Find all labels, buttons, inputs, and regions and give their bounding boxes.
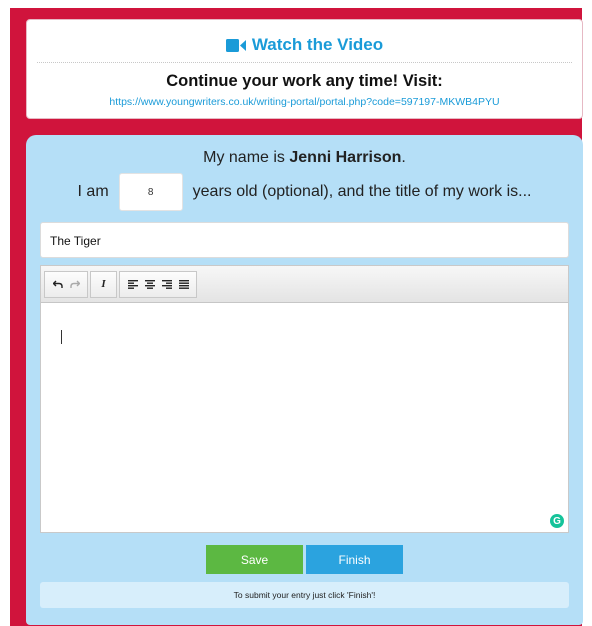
- name-suffix: .: [401, 149, 406, 166]
- italic-button[interactable]: I: [95, 274, 112, 294]
- age-input[interactable]: 8: [118, 173, 183, 211]
- submit-instructions: To submit your entry just click 'Finish'…: [40, 582, 569, 608]
- title-input[interactable]: The Tiger: [40, 222, 569, 258]
- divider: [37, 62, 572, 63]
- portal-info-card: Watch the Video Continue your work any t…: [26, 19, 583, 119]
- redo-icon[interactable]: [66, 274, 83, 294]
- continue-text: Continue your work any time! Visit:: [166, 72, 443, 90]
- format-group: I: [90, 270, 117, 298]
- watch-video-link[interactable]: Watch the Video: [27, 35, 582, 55]
- align-center-icon[interactable]: [141, 274, 158, 294]
- video-camera-icon: [225, 38, 246, 52]
- text-cursor: [61, 330, 62, 344]
- author-name: Jenni Harrison: [289, 149, 402, 166]
- portal-url-link[interactable]: https://www.youngwriters.co.uk/writing-p…: [27, 96, 582, 108]
- finish-button[interactable]: Finish: [306, 545, 403, 574]
- action-buttons: Save Finish: [26, 545, 583, 574]
- alignment-group: [119, 270, 197, 298]
- entry-form-panel: My name is Jenni Harrison. I am 8 years …: [26, 135, 583, 625]
- age-line: I am 8 years old (optional), and the tit…: [26, 172, 583, 212]
- watch-video-label: Watch the Video: [251, 35, 384, 54]
- grammarly-icon[interactable]: G: [550, 514, 564, 528]
- age-suffix: years old (optional), and the title of m…: [192, 183, 532, 200]
- history-group: [44, 270, 88, 298]
- age-prefix: I am: [77, 183, 109, 200]
- undo-icon[interactable]: [49, 274, 66, 294]
- align-justify-icon[interactable]: [175, 274, 192, 294]
- text-editor[interactable]: I G: [40, 265, 569, 533]
- save-button[interactable]: Save: [206, 545, 303, 574]
- name-prefix: My name is: [203, 149, 285, 166]
- align-left-icon[interactable]: [124, 274, 141, 294]
- align-right-icon[interactable]: [158, 274, 175, 294]
- editor-toolbar: I: [41, 266, 568, 303]
- name-line: My name is Jenni Harrison.: [26, 149, 583, 167]
